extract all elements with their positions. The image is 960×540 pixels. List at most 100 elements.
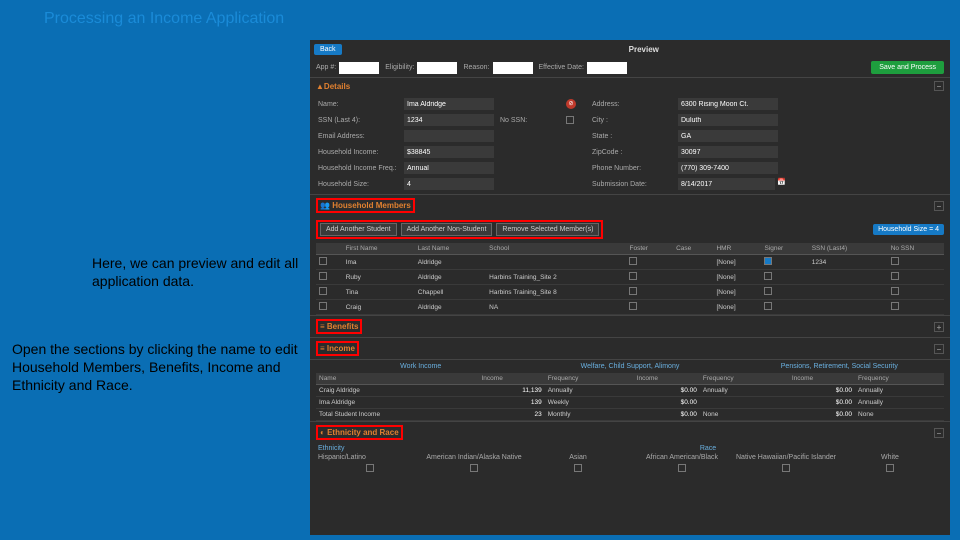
address-input[interactable]: [678, 98, 778, 110]
ethrace-header-label: Ethnicity and Race: [327, 428, 399, 437]
race-checkbox[interactable]: [470, 464, 478, 472]
income-groups: Work Income Welfare, Child Support, Alim…: [310, 359, 950, 373]
zip-label: ZipCode :: [592, 149, 672, 156]
signer-checkbox[interactable]: [764, 287, 772, 295]
details-grid: Name: ⊘ Address: SSN (Last 4): No SSN: C…: [310, 94, 950, 194]
collapse-icon[interactable]: –: [934, 201, 944, 211]
remove-member-button[interactable]: Remove Selected Member(s): [496, 223, 599, 236]
nossn-checkbox[interactable]: [891, 257, 899, 265]
benefits-header[interactable]: ≡ Benefits +: [310, 315, 950, 337]
race-option: African American/Black: [630, 454, 734, 461]
expand-icon[interactable]: +: [934, 322, 944, 332]
income-th: Income: [634, 373, 700, 385]
income-th: Name: [316, 373, 479, 385]
table-row: Total Student Income23Monthly$0.00None$0…: [316, 409, 944, 421]
zip-input[interactable]: [678, 146, 778, 158]
table-row[interactable]: CraigAldridgeNA[None]: [316, 300, 944, 315]
signer-checkbox[interactable]: [764, 272, 772, 280]
phone-input[interactable]: [678, 162, 778, 174]
city-input[interactable]: [678, 114, 778, 126]
ssn-input[interactable]: [404, 114, 494, 126]
table-row[interactable]: RubyAldridgeHarbins Training_Site 2[None…: [316, 270, 944, 285]
income-table: NameIncomeFrequencyIncomeFrequencyIncome…: [316, 373, 944, 421]
members-th: Signer: [761, 243, 808, 255]
hfreq-input[interactable]: [404, 162, 494, 174]
subdate-input[interactable]: [678, 178, 775, 190]
city-label: City :: [592, 117, 672, 124]
income-th: Frequency: [700, 373, 789, 385]
members-table: First NameLast NameSchoolFosterCaseHMRSi…: [316, 243, 944, 315]
app-num-input[interactable]: [339, 62, 379, 74]
income-group-3: Pensions, Retirement, Social Security: [735, 363, 944, 370]
household-size-badge: Household Size = 4: [873, 224, 944, 235]
reason-input[interactable]: [493, 62, 533, 74]
race-checkbox[interactable]: [886, 464, 894, 472]
address-label: Address:: [592, 101, 672, 108]
eth-option: Hispanic/Latino: [318, 454, 422, 461]
hsize-input[interactable]: [404, 178, 494, 190]
ethrace-header[interactable]: ◐ Ethnicity and Race –: [310, 421, 950, 443]
race-option: Native Hawaiian/Pacific Islander: [734, 454, 838, 461]
tab-preview[interactable]: Preview: [342, 45, 946, 54]
members-header-label: Household Members: [332, 201, 411, 210]
row-checkbox[interactable]: [319, 257, 327, 265]
foster-checkbox[interactable]: [629, 257, 637, 265]
table-row[interactable]: ImaAldridge[None]1234: [316, 255, 944, 270]
collapse-icon[interactable]: –: [934, 428, 944, 438]
race-checkbox[interactable]: [678, 464, 686, 472]
topbar: Back Preview: [310, 40, 950, 58]
income-th: Frequency: [855, 373, 944, 385]
nossn-checkbox[interactable]: [566, 116, 574, 124]
members-th: Case: [673, 243, 713, 255]
members-header[interactable]: 👥 Household Members –: [310, 194, 950, 216]
hinc-input[interactable]: [404, 146, 494, 158]
row-checkbox[interactable]: [319, 287, 327, 295]
back-button[interactable]: Back: [314, 44, 342, 55]
foster-checkbox[interactable]: [629, 272, 637, 280]
row-checkbox[interactable]: [319, 272, 327, 280]
eth-checkbox[interactable]: [366, 464, 374, 472]
hsize-label: Household Size:: [318, 181, 398, 188]
members-actions: Add Another Student Add Another Non-Stud…: [310, 216, 950, 243]
nossn-checkbox[interactable]: [891, 287, 899, 295]
income-header[interactable]: ≡ Income –: [310, 337, 950, 359]
members-th: First Name: [343, 243, 415, 255]
table-row[interactable]: TinaChappellHarbins Training_Site 8[None…: [316, 285, 944, 300]
add-nonstudent-button[interactable]: Add Another Non-Student: [401, 223, 493, 236]
eligibility-input[interactable]: [417, 62, 457, 74]
members-th: School: [486, 243, 626, 255]
signer-checkbox[interactable]: [764, 257, 772, 265]
ethnicity-col-label: Ethnicity: [318, 445, 474, 452]
hfreq-label: Household Income Freq.:: [318, 165, 398, 172]
name-input[interactable]: [404, 98, 494, 110]
save-process-button[interactable]: Save and Process: [871, 61, 944, 74]
subdate-label: Submission Date:: [592, 181, 672, 188]
email-label: Email Address:: [318, 133, 398, 140]
race-checkbox[interactable]: [782, 464, 790, 472]
details-header[interactable]: ▲ Details –: [310, 77, 950, 94]
nossn-checkbox[interactable]: [891, 272, 899, 280]
collapse-icon[interactable]: –: [934, 344, 944, 354]
details-header-label: Details: [324, 82, 350, 91]
add-student-button[interactable]: Add Another Student: [320, 223, 397, 236]
collapse-icon[interactable]: –: [934, 81, 944, 91]
foster-checkbox[interactable]: [629, 302, 637, 310]
foster-checkbox[interactable]: [629, 287, 637, 295]
income-group-2: Welfare, Child Support, Alimony: [525, 363, 734, 370]
row-checkbox[interactable]: [319, 302, 327, 310]
caption-preview: Here, we can preview and edit all applic…: [92, 254, 302, 290]
hinc-label: Household Income:: [318, 149, 398, 156]
email-input[interactable]: [404, 130, 494, 142]
reason-label: Reason:: [463, 64, 489, 71]
state-input[interactable]: [678, 130, 778, 142]
signer-checkbox[interactable]: [764, 302, 772, 310]
race-checkbox[interactable]: [574, 464, 582, 472]
nossn-checkbox[interactable]: [891, 302, 899, 310]
income-th: Income: [479, 373, 545, 385]
members-th: No SSN: [888, 243, 944, 255]
alert-icon[interactable]: ⊘: [566, 99, 576, 109]
app-num-label: App #:: [316, 64, 336, 71]
calendar-icon[interactable]: 📅: [777, 178, 786, 190]
effective-date-input[interactable]: [587, 62, 627, 74]
slide-title: Processing an Income Application: [44, 10, 284, 28]
